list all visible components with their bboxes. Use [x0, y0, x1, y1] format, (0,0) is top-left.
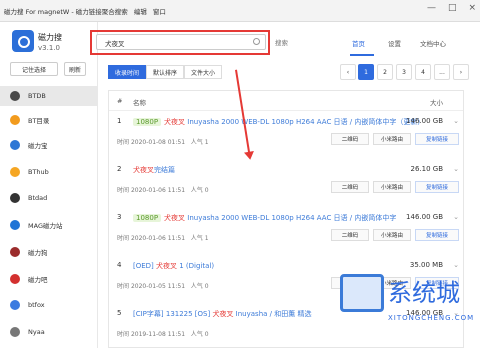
site-label: Btdad: [28, 194, 48, 202]
qrcode-button[interactable]: 二维码: [331, 181, 369, 193]
bt-dir-icon: [10, 115, 20, 125]
site-label: BTDB: [28, 92, 46, 100]
page-next-button[interactable]: ›: [453, 64, 469, 80]
site-watermark: 系统城 XITONGCHENG.COM: [340, 266, 478, 334]
table-row[interactable]: 2 犬夜叉完结篇 26.10 GB ⌄ 时间 2020-01-06 11:51 …: [109, 159, 463, 207]
site-label: 磁力吧: [28, 276, 48, 284]
site-label: MAG磁力站: [28, 222, 63, 230]
sidebar-item-mag[interactable]: MAG磁力站: [0, 215, 98, 235]
sort-default-button[interactable]: 默认排序: [146, 65, 184, 79]
sidebar-item-btdb[interactable]: BTDB: [0, 86, 98, 106]
header-name: 名称: [133, 99, 146, 107]
window-controls: — □ ×: [427, 3, 476, 13]
mag-icon: [10, 220, 20, 230]
sidebar-item-ciliba[interactable]: 磁力吧: [0, 269, 98, 289]
xiaomi-router-button[interactable]: 小米路由: [373, 229, 411, 241]
xiaomi-router-button[interactable]: 小米路由: [373, 133, 411, 145]
qrcode-button[interactable]: 二维码: [331, 229, 369, 241]
sidebar-item-bt-dir[interactable]: BT目录: [0, 110, 98, 130]
remember-selection-button[interactable]: 记住选择: [10, 62, 58, 76]
minimize-button[interactable]: —: [427, 3, 436, 13]
close-button[interactable]: ×: [468, 3, 476, 13]
site-label: BThub: [28, 168, 49, 176]
site-label: Nyaa: [28, 328, 45, 336]
tab-docs[interactable]: 文档中心: [420, 38, 446, 48]
maximize-button[interactable]: □: [448, 3, 457, 13]
ciliba-icon: [10, 274, 20, 284]
btdad-icon: [10, 193, 20, 203]
page-button-1[interactable]: 1: [358, 64, 374, 80]
chevron-down-icon[interactable]: ⌄: [453, 165, 459, 173]
app-logo: [12, 30, 34, 52]
bthub-icon: [10, 167, 20, 177]
titlebar: 磁力搜 For magnetW - 磁力链接聚合搜索 编辑 窗口 — □ ×: [0, 0, 480, 22]
tab-settings[interactable]: 设置: [388, 38, 401, 48]
sidebar-item-btdad[interactable]: Btdad: [0, 188, 98, 208]
btfox-icon: [10, 300, 20, 310]
table-header: # 名称 大小: [109, 91, 463, 111]
chevron-down-icon[interactable]: ⌄: [453, 117, 459, 125]
watermark-text: 系统城: [388, 279, 460, 307]
copy-link-button[interactable]: 复制链接: [415, 181, 459, 193]
sort-by-time-button[interactable]: 收录时间: [108, 65, 146, 79]
sidebar-item-nyaa[interactable]: Nyaa: [0, 322, 98, 342]
page-button-2[interactable]: 2: [377, 64, 393, 80]
search-highlight-box: [90, 30, 270, 55]
header-no: #: [117, 97, 123, 105]
sidebar-item-bthub[interactable]: BThub: [0, 162, 98, 182]
page-button-4[interactable]: 4: [415, 64, 431, 80]
copy-link-button[interactable]: 复制链接: [415, 229, 459, 241]
table-row[interactable]: 1 1080P 犬夜叉 Inuyasha 2000 WEB-DL 1080p H2…: [109, 111, 463, 159]
site-label: btfox: [28, 301, 45, 309]
watermark-subtext: XITONGCHENG.COM: [388, 314, 475, 322]
sidebar-item-cilidog[interactable]: 磁力狗: [0, 242, 98, 262]
app-name: 磁力搜: [38, 33, 62, 42]
header-size: 大小: [430, 99, 443, 107]
site-label: BT目录: [28, 117, 50, 125]
tab-home[interactable]: 首页: [352, 38, 365, 48]
sort-size-button[interactable]: 文件大小: [184, 65, 222, 79]
sidebar-item-cilibao[interactable]: 磁力宝: [0, 135, 98, 155]
page-button-3[interactable]: 3: [396, 64, 412, 80]
sidebar: 磁力搜 v3.1.0 记住选择 刷新 BTDB BT目录 磁力宝 BThub B…: [0, 22, 98, 348]
site-label: 磁力宝: [28, 142, 48, 150]
page-ellipsis[interactable]: ...: [434, 64, 450, 80]
table-row[interactable]: 3 1080P 犬夜叉 Inuyasha 2000 WEB-DL 1080p H2…: [109, 207, 463, 255]
site-label: 磁力狗: [28, 249, 48, 257]
sidebar-item-btfox[interactable]: btfox: [0, 295, 98, 315]
nyaa-icon: [10, 327, 20, 337]
active-tab-indicator: [350, 54, 374, 56]
window-title: 磁力搜 For magnetW - 磁力链接聚合搜索: [4, 7, 128, 16]
btdb-icon: [10, 91, 20, 101]
chevron-down-icon[interactable]: ⌄: [453, 213, 459, 221]
xiaomi-router-button[interactable]: 小米路由: [373, 181, 411, 193]
copy-link-button[interactable]: 复制链接: [415, 133, 459, 145]
cilidog-icon: [10, 247, 20, 257]
app-version: v3.1.0: [38, 44, 60, 52]
menu-window[interactable]: 窗口: [153, 6, 166, 16]
cilibao-icon: [10, 140, 20, 150]
menu-edit[interactable]: 编辑: [134, 6, 147, 16]
watermark-house-icon: [340, 274, 384, 312]
qrcode-button[interactable]: 二维码: [331, 133, 369, 145]
search-button[interactable]: 搜索: [275, 37, 288, 47]
refresh-button[interactable]: 刷新: [64, 62, 86, 76]
page-prev-button[interactable]: ‹: [340, 64, 356, 80]
